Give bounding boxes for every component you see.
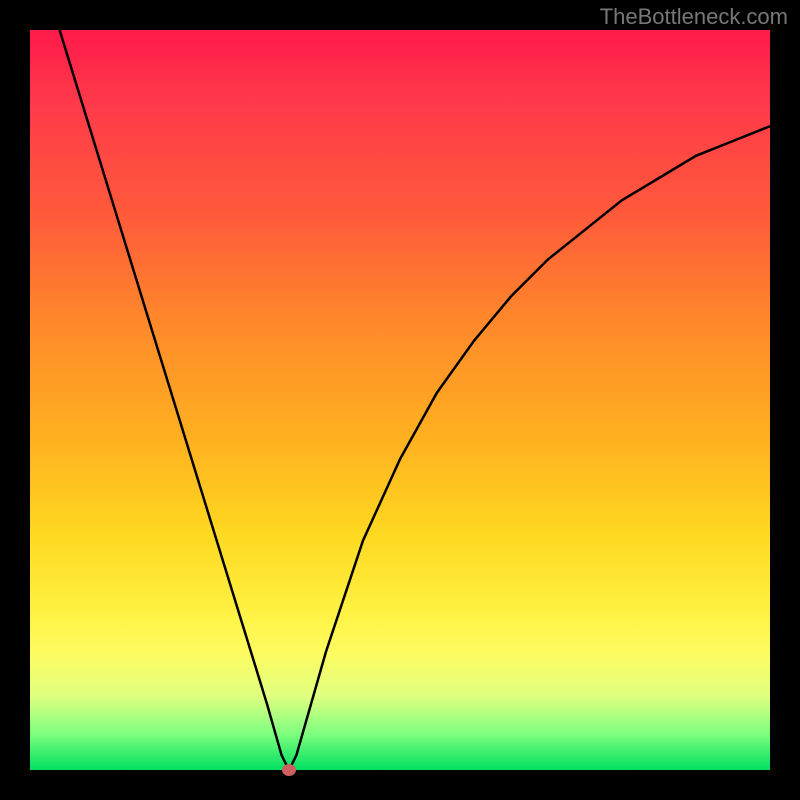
bottleneck-curve <box>30 30 770 770</box>
chart-plot-area <box>30 30 770 770</box>
optimal-point-marker <box>282 764 296 776</box>
watermark-text: TheBottleneck.com <box>600 4 788 30</box>
